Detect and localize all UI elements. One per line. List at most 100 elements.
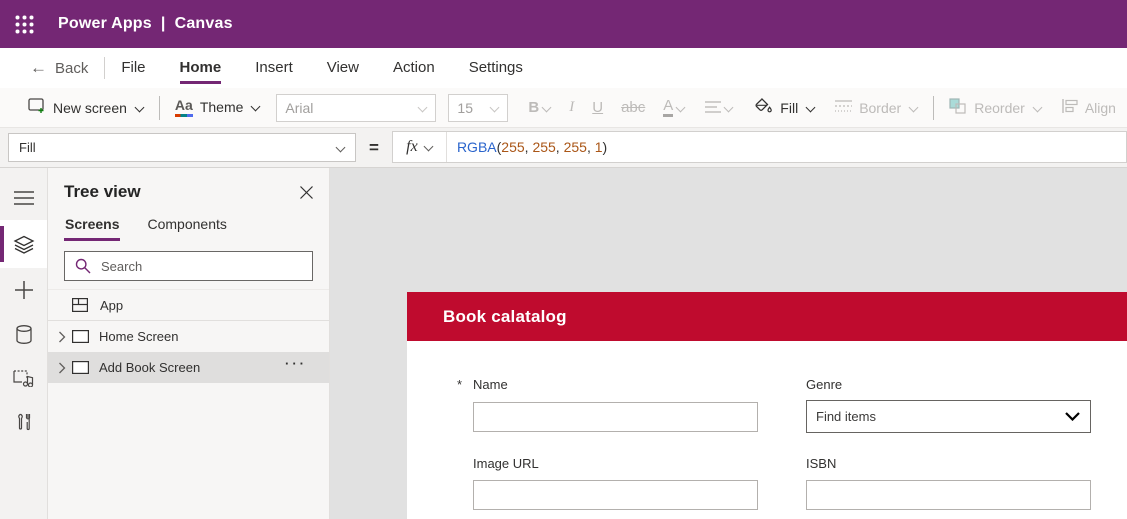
- chevron-down-icon: [1032, 104, 1042, 112]
- menu-item-insert[interactable]: Insert: [255, 52, 293, 84]
- chevron-down-icon: [541, 104, 551, 112]
- left-rail: [0, 168, 48, 519]
- tree-view-panel: Tree view Screens Components: [48, 168, 330, 519]
- back-button[interactable]: ← Back: [30, 58, 88, 78]
- tree-view-tabs: Screens Components: [48, 206, 329, 241]
- data-cylinder-icon[interactable]: [0, 312, 47, 356]
- align-icon: [1062, 99, 1078, 116]
- name-field[interactable]: [473, 402, 758, 432]
- tree-view-icon[interactable]: [0, 220, 47, 268]
- chevron-right-icon[interactable]: [58, 331, 66, 343]
- tree-item-app[interactable]: App: [48, 289, 329, 321]
- chevron-down-icon: [134, 104, 144, 112]
- formula-token: 1: [595, 139, 603, 155]
- theme-button[interactable]: Aa Theme: [175, 98, 260, 116]
- chevron-down-icon: [250, 103, 260, 111]
- font-family-value: Arial: [285, 100, 313, 116]
- formula-token: ,: [587, 139, 595, 155]
- isbn-field[interactable]: [806, 480, 1091, 510]
- formula-token: 255: [501, 139, 524, 155]
- chevron-down-icon: [489, 104, 499, 112]
- back-arrow-icon: ←: [30, 58, 47, 78]
- fx-button[interactable]: fx: [393, 132, 447, 162]
- tree-item-add-book-screen[interactable]: Add Book Screen ···: [48, 352, 329, 383]
- text-align-button[interactable]: [705, 100, 733, 116]
- property-select[interactable]: Fill: [8, 133, 356, 162]
- genre-dropdown[interactable]: Find items: [806, 400, 1091, 433]
- underline-button[interactable]: U: [592, 99, 603, 116]
- field-label-genre: Genre: [806, 377, 842, 392]
- chevron-down-icon: [1065, 409, 1080, 424]
- formula-token: 255: [532, 139, 555, 155]
- search-icon: [75, 258, 91, 277]
- screen-title: Book calatalog: [443, 307, 567, 327]
- formula-bar: Fill = fx RGBA(255, 255, 255, 1): [0, 128, 1127, 168]
- formula-token: ): [603, 139, 608, 155]
- menu-item-home[interactable]: Home: [180, 52, 222, 84]
- fill-button[interactable]: Fill: [753, 97, 815, 118]
- advanced-tools-icon[interactable]: [0, 400, 47, 444]
- insert-plus-icon[interactable]: [0, 268, 47, 312]
- tree-item-label: App: [100, 298, 123, 313]
- font-size-dropdown[interactable]: 15: [448, 94, 508, 122]
- formula-token: RGBA: [457, 139, 497, 155]
- field-label-name: Name: [473, 377, 508, 392]
- italic-icon: I: [569, 99, 574, 116]
- theme-icon: Aa: [175, 98, 193, 116]
- border-button[interactable]: Border: [835, 99, 918, 116]
- formula-token: ,: [525, 139, 533, 155]
- chevron-down-icon: [417, 104, 427, 112]
- genre-placeholder: Find items: [816, 409, 876, 424]
- formula-editor: fx RGBA(255, 255, 255, 1): [392, 131, 1127, 163]
- field-label-image-url: Image URL: [473, 456, 539, 471]
- align-button[interactable]: Align: [1062, 99, 1116, 116]
- align-label: Align: [1085, 100, 1116, 116]
- waffle-menu-icon[interactable]: [0, 0, 48, 48]
- hamburger-menu-icon[interactable]: [0, 176, 47, 220]
- screen-icon: [72, 361, 89, 374]
- media-icon[interactable]: [0, 356, 47, 400]
- search-input[interactable]: [64, 251, 313, 281]
- theme-label: Theme: [200, 99, 244, 115]
- bold-button[interactable]: B: [528, 99, 551, 116]
- font-family-dropdown[interactable]: Arial: [276, 94, 436, 122]
- formula-token: ,: [556, 139, 564, 155]
- close-icon[interactable]: [300, 186, 313, 199]
- toolbar-divider: [933, 96, 934, 120]
- chevron-right-icon[interactable]: [58, 362, 66, 374]
- back-label: Back: [55, 60, 88, 77]
- tab-components[interactable]: Components: [146, 212, 227, 241]
- screen-header-bar[interactable]: Book calatalog: [407, 292, 1127, 341]
- chevron-down-icon: [723, 104, 733, 112]
- formula-input[interactable]: RGBA(255, 255, 255, 1): [447, 132, 607, 162]
- italic-button[interactable]: I: [569, 99, 574, 116]
- new-screen-button[interactable]: New screen: [28, 98, 144, 117]
- reorder-button[interactable]: Reorder: [949, 98, 1042, 118]
- toolbar: New screen Aa Theme Arial 15 B I U abc: [0, 88, 1127, 128]
- more-options-icon[interactable]: ···: [285, 356, 307, 371]
- menu-item-action[interactable]: Action: [393, 52, 435, 84]
- design-canvas[interactable]: Book calatalog * Name Genre Find items I…: [330, 168, 1127, 519]
- tab-screens[interactable]: Screens: [64, 212, 120, 241]
- border-label: Border: [859, 100, 901, 116]
- font-color-button[interactable]: A: [663, 98, 685, 117]
- menu-item-file[interactable]: File: [121, 52, 145, 84]
- fx-icon: fx: [406, 138, 418, 156]
- document-title: Canvas: [175, 15, 233, 33]
- font-size-value: 15: [457, 100, 473, 116]
- fill-bucket-icon: [753, 97, 773, 118]
- tree-item-home-screen[interactable]: Home Screen: [48, 321, 329, 352]
- font-color-icon: A: [663, 98, 673, 117]
- menu-item-view[interactable]: View: [327, 52, 359, 84]
- property-value: Fill: [19, 140, 36, 155]
- reorder-label: Reorder: [974, 100, 1025, 116]
- chevron-down-icon: [675, 104, 685, 112]
- tree-item-label: Home Screen: [99, 329, 178, 344]
- strikethrough-button[interactable]: abc: [621, 99, 645, 116]
- menu-item-settings[interactable]: Settings: [469, 52, 523, 84]
- titlebar: Power Apps | Canvas: [0, 0, 1127, 48]
- image-url-field[interactable]: [473, 480, 758, 510]
- menu-divider: [104, 57, 105, 79]
- chevron-down-icon: [908, 104, 918, 112]
- add-book-screen-preview[interactable]: Book calatalog * Name Genre Find items I…: [407, 292, 1127, 519]
